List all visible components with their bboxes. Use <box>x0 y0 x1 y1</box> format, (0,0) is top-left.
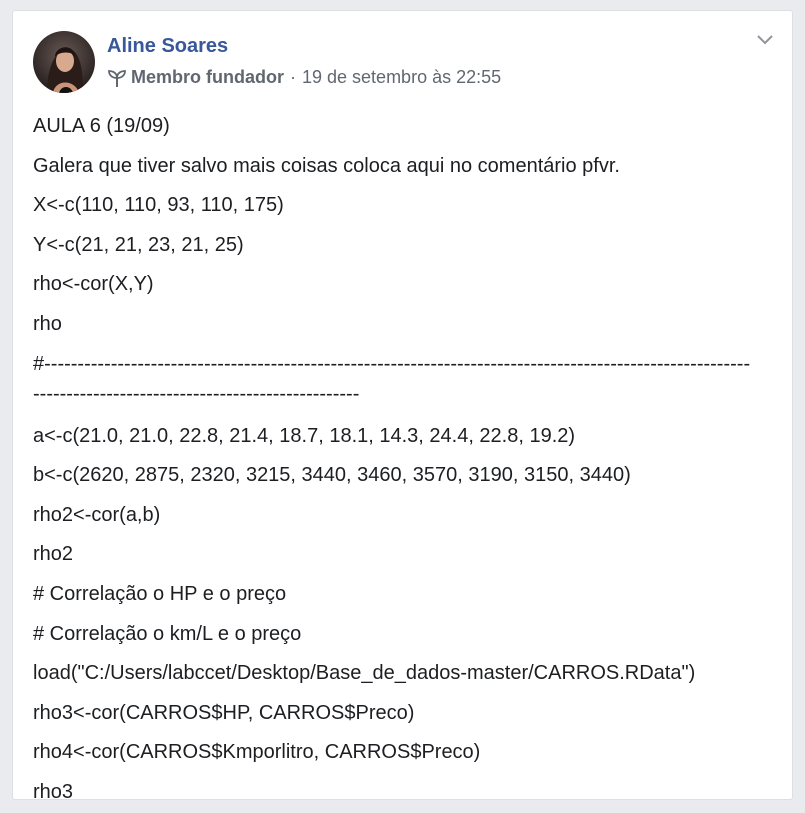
post-line: rho<-cor(X,Y) <box>33 273 154 296</box>
post-card: Aline Soares Membro fundador · 19 de set… <box>12 10 793 803</box>
post-line: rho2<-cor(a,b) <box>33 503 161 526</box>
post-line: rho <box>33 312 62 335</box>
meta-separator: · <box>290 67 296 87</box>
post-body: AULA 6 (19/09) Galera que tiver salvo ma… <box>33 107 774 813</box>
post-line: a<-c(21.0, 21.0, 22.8, 21.4, 18.7, 18.1,… <box>33 424 576 447</box>
avatar-image <box>33 31 95 93</box>
post-line: # Correlação o HP e o preço <box>33 582 287 605</box>
post-line: AULA 6 (19/09) <box>33 115 170 137</box>
separator-line: #---------------------------------------… <box>33 352 751 375</box>
post-line: rho3 <box>33 780 74 803</box>
post-line: rho3<-cor(CARROS$HP, CARROS$Preco) <box>33 701 415 724</box>
chevron-down-icon[interactable] <box>756 33 774 47</box>
post-line: b<-c(2620, 2875, 2320, 3215, 3440, 3460,… <box>33 464 631 487</box>
author-name[interactable]: Aline Soares <box>107 35 228 58</box>
post-line: Galera que tiver salvo mais coisas coloc… <box>33 154 620 177</box>
post-line: # Correlação o km/L e o preço <box>33 622 302 645</box>
post-line: Y<-c(21, 21, 23, 21, 25) <box>33 233 244 256</box>
post-line: X<-c(110, 110, 93, 110, 175) <box>33 194 284 217</box>
post-line: rho2 <box>33 543 74 566</box>
separator-line: ----------------------------------------… <box>33 382 360 405</box>
avatar[interactable] <box>33 31 95 93</box>
member-badge[interactable]: Membro fundador <box>131 67 284 88</box>
post-line: rho4<-cor(CARROS$Kmporlitro, CARROS$Prec… <box>33 741 481 764</box>
separator-block: #---------------------------------------… <box>33 345 774 417</box>
post-timestamp[interactable]: 19 de setembro às 22:55 <box>302 67 501 88</box>
sprout-icon <box>108 69 126 87</box>
post-line: load("C:/Users/labccet/Desktop/Base_de_d… <box>33 662 696 685</box>
post-meta: Membro fundador · 19 de setembro às 22:5… <box>107 67 501 88</box>
